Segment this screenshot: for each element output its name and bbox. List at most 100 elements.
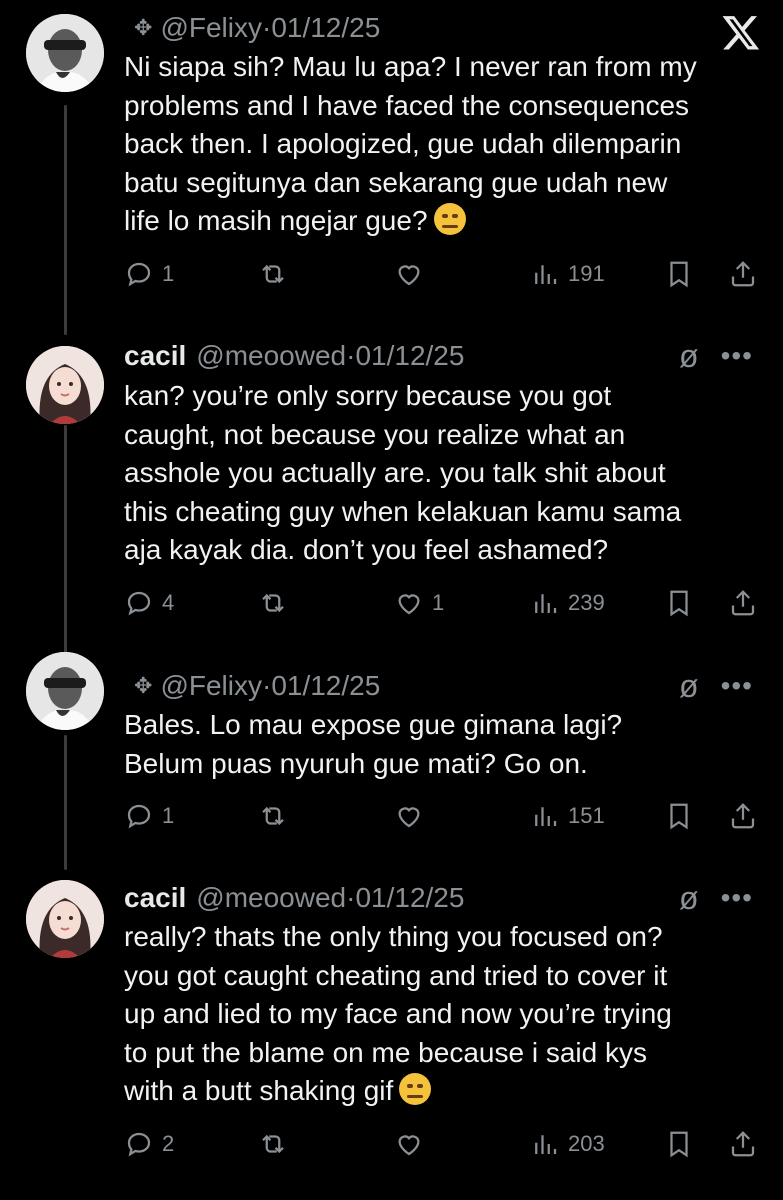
reply-count: 4 [162,590,175,615]
affiliate-badge-icon: ✥ [134,673,153,698]
share-button[interactable] [728,1126,758,1162]
thread-line [64,425,67,660]
more-icon[interactable]: ••• [721,882,753,914]
face-with-tears-of-joy-icon [433,203,466,235]
reply-button[interactable]: 1 [124,798,174,834]
retweet-icon [262,1134,284,1154]
tweet-actions: 4 1 239 [124,585,764,621]
profile-photo-icon [26,14,104,92]
retweet-icon [262,806,284,826]
like-button[interactable] [394,798,424,834]
like-button[interactable] [394,256,424,292]
author-name[interactable]: cacil [124,340,186,372]
tweet-text-content: kan? you’re only sorry because you got c… [124,380,682,565]
mute-icon[interactable]: ø [679,338,699,375]
like-button[interactable] [394,1126,424,1162]
share-button[interactable] [728,798,758,834]
like-button[interactable]: 1 [394,585,444,621]
views-button[interactable]: 151 [530,798,605,834]
tweet-actions: 1 191 [124,256,764,292]
reply-icon [127,262,151,287]
profile-photo-icon [26,880,104,958]
view-count: 239 [568,590,605,615]
views-button[interactable]: 203 [530,1126,605,1162]
avatar[interactable] [26,14,104,92]
thread-line [64,105,67,335]
reply-icon [127,804,151,829]
thread-line [64,735,67,870]
share-icon [731,261,755,287]
retweet-button[interactable] [258,1126,288,1162]
share-icon [731,590,755,616]
views-chart-icon [535,1135,557,1154]
tweet-header: cacil @meoowed · 01/12/25 ø ••• [124,878,753,918]
avatar[interactable] [26,652,104,730]
share-button[interactable] [728,256,758,292]
separator-dot: · [261,12,272,43]
reply-button[interactable]: 2 [124,1126,174,1162]
bookmark-button[interactable] [664,798,694,834]
tweet-date[interactable]: 01/12/25 [271,12,380,44]
reply-count: 1 [162,261,175,286]
reply-button[interactable]: 1 [124,256,174,292]
author-handle[interactable]: @Felixy [160,12,262,44]
author-handle[interactable]: @Felixy [160,670,262,702]
affiliate-badge-icon: ✥ [134,15,153,40]
bookmark-button[interactable] [664,585,694,621]
more-icon[interactable]: ••• [721,340,753,372]
bookmark-icon [670,803,688,830]
views-chart-icon [535,265,557,284]
avatar[interactable] [26,880,104,958]
bookmark-icon [670,590,688,617]
retweet-icon [262,264,284,284]
tweet-text-content: Ni siapa sih? Mau lu apa? I never ran fr… [124,51,697,236]
view-count: 151 [568,803,605,828]
tweet-text-content: Bales. Lo mau expose gue gimana lagi? Be… [124,709,623,779]
face-with-raised-eyebrow-icon [399,1073,432,1105]
heart-icon [398,265,420,286]
views-chart-icon [535,594,557,613]
heart-icon [398,807,420,828]
heart-icon [398,594,420,615]
bookmark-icon [670,1131,688,1158]
bookmark-button[interactable] [664,1126,694,1162]
like-count: 1 [432,590,445,615]
tweet-text: Bales. Lo mau expose gue gimana lagi? Be… [124,706,764,783]
share-icon [731,1131,755,1157]
share-icon [731,803,755,829]
tweet-header: cacil @meoowed · 01/12/25 ø ••• [124,336,753,376]
retweet-button[interactable] [258,798,288,834]
share-button[interactable] [728,585,758,621]
tweet-date[interactable]: 01/12/25 [355,340,464,372]
separator-dot: · [261,670,272,701]
view-count: 203 [568,1131,605,1156]
tweet-header: ✥ @Felixy · 01/12/25 [124,8,753,48]
retweet-icon [262,593,284,613]
avatar[interactable] [26,346,104,424]
tweet-text-content: really? thats the only thing you focused… [124,921,672,1106]
view-count: 191 [568,261,605,286]
author-handle[interactable]: @meoowed [196,882,346,914]
bookmark-button[interactable] [664,256,694,292]
tweet-date[interactable]: 01/12/25 [355,882,464,914]
retweet-button[interactable] [258,256,288,292]
tweet-actions: 1 151 [124,798,764,834]
tweet-header: ✥ @Felixy · 01/12/25 ø ••• [124,666,753,706]
reply-button[interactable]: 4 [124,585,174,621]
reply-icon [127,1132,151,1157]
more-icon[interactable]: ••• [721,670,753,702]
mute-icon[interactable]: ø [679,668,699,705]
separator-dot: · [346,340,356,371]
retweet-button[interactable] [258,585,288,621]
mute-icon[interactable]: ø [679,880,699,917]
author-handle[interactable]: @meoowed [196,340,346,372]
profile-photo-icon [26,346,104,424]
tweet-text: Ni siapa sih? Mau lu apa? I never ran fr… [124,48,764,241]
author-name[interactable]: cacil [124,882,186,914]
views-button[interactable]: 239 [530,585,605,621]
views-button[interactable]: 191 [530,256,605,292]
reply-count: 1 [162,803,175,828]
heart-icon [398,1135,420,1156]
tweet-date[interactable]: 01/12/25 [271,670,380,702]
profile-photo-icon [26,652,104,730]
